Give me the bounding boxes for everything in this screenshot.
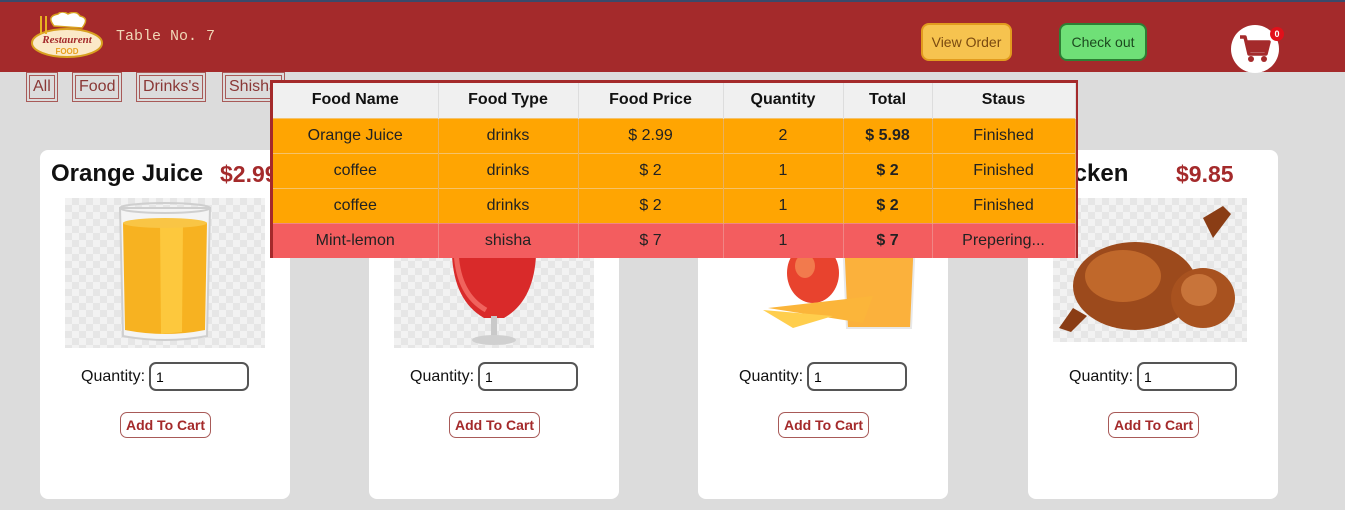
cell-food-price: $ 2 xyxy=(578,187,724,223)
cell-status: Finished xyxy=(932,187,1076,223)
filter-food[interactable]: Food xyxy=(72,72,123,102)
cell-food-type: shisha xyxy=(438,222,579,258)
add-to-cart-button[interactable]: Add To Cart xyxy=(778,412,869,438)
cell-total: $ 2 xyxy=(843,152,933,188)
quantity-label: Quantity: xyxy=(739,368,804,385)
quantity-input[interactable] xyxy=(478,362,578,391)
add-to-cart-button[interactable]: Add To Cart xyxy=(1108,412,1199,438)
cell-food-type: drinks xyxy=(438,117,579,153)
table-number-label: Table No. 7 xyxy=(116,28,216,45)
cell-food-price: $ 2.99 xyxy=(578,117,724,153)
cell-quantity: 2 xyxy=(723,117,844,153)
order-summary-popup: Food Name Food Type Food Price Quantity … xyxy=(270,80,1078,258)
cell-food-name: Orange Juice xyxy=(273,117,439,153)
table-row: Mint-lemon shisha $ 7 1 $ 7 Prepering... xyxy=(273,222,1076,258)
cell-food-name: Mint-lemon xyxy=(273,222,439,258)
order-table-header: Food Name Food Type Food Price Quantity … xyxy=(273,83,1076,118)
cell-status: Prepering... xyxy=(932,222,1076,258)
product-image xyxy=(65,198,265,348)
column-header-status: Staus xyxy=(932,83,1076,118)
cell-quantity: 1 xyxy=(723,222,844,258)
product-price: $9.85 xyxy=(1176,161,1234,187)
quantity-label: Quantity: xyxy=(1069,368,1134,385)
shopping-cart-icon xyxy=(1240,35,1271,62)
product-price: $2.99 xyxy=(220,161,278,187)
svg-text:Restaurent: Restaurent xyxy=(41,34,92,46)
app-header: Restaurent FOOD Table No. 7 View Order C… xyxy=(0,2,1345,73)
column-header-total: Total xyxy=(843,83,933,118)
cell-total: $ 7 xyxy=(843,222,933,258)
table-row: coffee drinks $ 2 1 $ 2 Finished xyxy=(273,152,1076,188)
table-row: coffee drinks $ 2 1 $ 2 Finished xyxy=(273,187,1076,223)
add-to-cart-button[interactable]: Add To Cart xyxy=(120,412,211,438)
view-order-button[interactable]: View Order xyxy=(921,23,1012,61)
cell-quantity: 1 xyxy=(723,187,844,223)
cell-total: $ 5.98 xyxy=(843,117,933,153)
cell-food-name: coffee xyxy=(273,187,439,223)
cell-food-price: $ 2 xyxy=(578,152,724,188)
product-card-orange-juice: Orange Juice $2.99 Quantity: Add To Cart xyxy=(40,150,290,499)
product-image xyxy=(1053,198,1247,342)
column-header-food-price: Food Price xyxy=(578,83,724,118)
cell-food-type: drinks xyxy=(438,152,579,188)
checkout-button[interactable]: Check out xyxy=(1059,23,1147,61)
filter-drinks[interactable]: Drinks's xyxy=(136,72,207,102)
cell-total: $ 2 xyxy=(843,187,933,223)
column-header-quantity: Quantity xyxy=(723,83,844,118)
cell-quantity: 1 xyxy=(723,152,844,188)
quantity-label: Quantity: xyxy=(410,368,475,385)
quantity-input[interactable] xyxy=(149,362,249,391)
svg-text:FOOD: FOOD xyxy=(55,47,78,56)
quantity-label: Quantity: xyxy=(81,368,146,385)
table-row: Orange Juice drinks $ 2.99 2 $ 5.98 Fini… xyxy=(273,117,1076,153)
restaurant-logo[interactable]: Restaurent FOOD xyxy=(30,11,104,60)
cell-food-type: drinks xyxy=(438,187,579,223)
filter-all[interactable]: All xyxy=(26,72,58,102)
order-table: Food Name Food Type Food Price Quantity … xyxy=(273,83,1076,258)
cell-food-price: $ 7 xyxy=(578,222,724,258)
cell-status: Finished xyxy=(932,152,1076,188)
quantity-input[interactable] xyxy=(807,362,907,391)
add-to-cart-button[interactable]: Add To Cart xyxy=(449,412,540,438)
quantity-input[interactable] xyxy=(1137,362,1237,391)
cell-food-name: coffee xyxy=(273,152,439,188)
product-name: Orange Juice xyxy=(51,160,204,187)
column-header-food-type: Food Type xyxy=(438,83,579,118)
cart-count-badge: 0 xyxy=(1270,27,1284,41)
cell-status: Finished xyxy=(932,117,1076,153)
column-header-food-name: Food Name xyxy=(273,83,439,118)
